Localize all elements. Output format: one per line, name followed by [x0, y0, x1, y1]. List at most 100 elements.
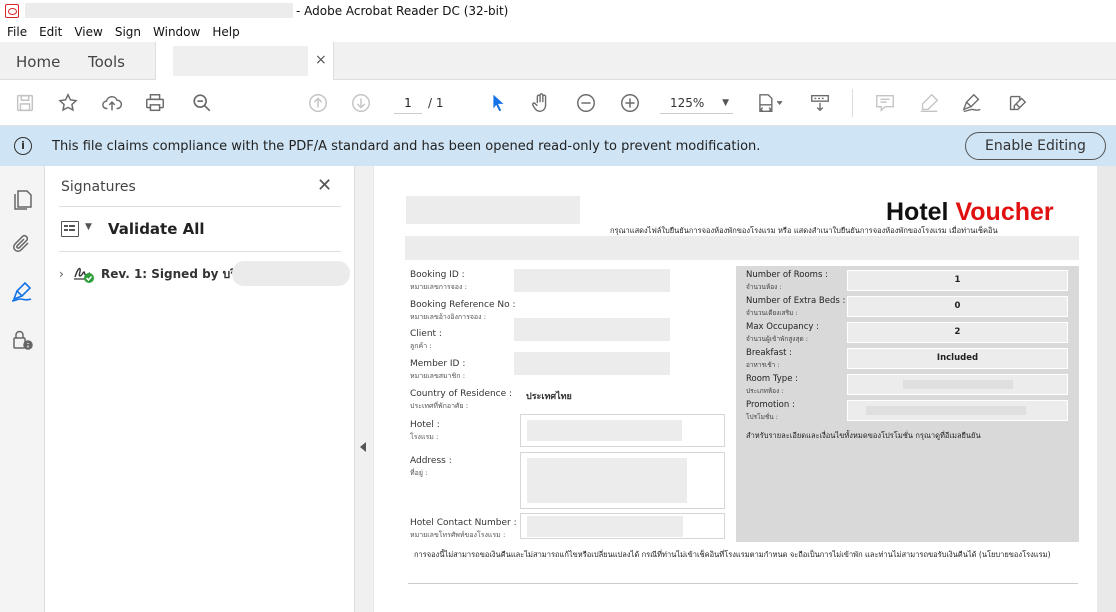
panel-collapse-handle[interactable] — [355, 166, 373, 612]
promotion-redacted — [866, 406, 1026, 415]
tab-document[interactable]: × — [155, 42, 334, 81]
right-field-label: Room Type : — [746, 374, 798, 384]
signatures-panel: Signatures ✕ ▼ Validate All › Rev. 1: Si… — [45, 166, 355, 612]
sign-icon[interactable] — [960, 91, 984, 115]
field-sub: หมายเลขโทรศัพท์ของโรงแรม : — [410, 531, 506, 539]
toolbar: 1 / 1 125% ▼ — [0, 80, 1116, 126]
right-field-sub: จำนวนผู้เข้าพักสูงสุด : — [746, 335, 808, 343]
address-redacted — [527, 458, 687, 503]
zoom-level-value: 125% — [670, 96, 705, 110]
field-sub: หมายเลขอ้างอิงการจอง : — [410, 313, 487, 321]
menu-sign[interactable]: Sign — [109, 25, 147, 39]
toolbar-separator — [852, 89, 853, 117]
scroll-mode-icon[interactable] — [808, 91, 832, 115]
voucher-title: Hotel Voucher — [886, 198, 1054, 227]
comment-icon[interactable] — [873, 91, 897, 115]
enable-editing-button[interactable]: Enable Editing — [965, 132, 1106, 160]
page-up-icon[interactable] — [306, 91, 330, 115]
validate-all-button[interactable]: Validate All — [108, 220, 205, 238]
menu-file[interactable]: File — [0, 25, 33, 39]
tab-close-icon[interactable]: × — [315, 52, 327, 68]
contact-number-redacted — [527, 516, 683, 537]
field-sub: หมายเลขสมาชิก : — [410, 372, 466, 380]
field-sub: หมายเลขการจอง : — [410, 283, 467, 291]
print-icon[interactable] — [143, 91, 167, 115]
country-value: ประเทศไทย — [526, 392, 572, 402]
chevron-down-icon[interactable]: ▼ — [85, 222, 92, 232]
pdfa-info-bar: i This file claims compliance with the P… — [0, 126, 1116, 166]
save-icon[interactable] — [13, 91, 37, 115]
field-label: Booking Reference No : — [410, 300, 516, 310]
member-id-redacted — [514, 352, 670, 375]
divider — [59, 206, 341, 207]
upload-icon[interactable] — [100, 91, 124, 115]
field-sub: ที่อยู่ : — [410, 469, 428, 477]
select-arrow-icon[interactable] — [486, 91, 510, 115]
pdf-page: Hotel Voucher กรุณาแสดงไฟล์ใบยืนยันการจอ… — [374, 166, 1097, 612]
right-field-sub: ประเภทห้อง : — [746, 387, 784, 395]
promotion-value — [847, 400, 1068, 421]
address-box — [520, 452, 725, 509]
page-number-input[interactable]: 1 — [394, 92, 422, 114]
zoom-search-icon[interactable] — [190, 91, 214, 115]
menu-edit[interactable]: Edit — [33, 25, 68, 39]
attachment-icon[interactable] — [10, 232, 34, 256]
document-name-redacted — [173, 46, 308, 76]
menu-view[interactable]: View — [68, 25, 108, 39]
fit-page-icon[interactable] — [753, 91, 787, 115]
right-field-label: Number of Rooms : — [746, 270, 828, 280]
menu-window[interactable]: Window — [147, 25, 206, 39]
extra-beds-value: 0 — [847, 296, 1068, 317]
field-label: Hotel : — [410, 420, 440, 430]
collapse-arrow-icon — [360, 442, 366, 452]
promotion-note: สำหรับรายละเอียดและเงื่อนไขทั้งหมดของโปร… — [746, 431, 981, 440]
signature-panel-icon[interactable] — [10, 280, 34, 304]
tab-tools[interactable]: Tools — [88, 53, 125, 71]
right-field-sub: จำนวนห้อง : — [746, 283, 782, 291]
field-label: Hotel Contact Number : — [410, 518, 517, 528]
options-list-icon[interactable] — [61, 221, 79, 237]
zoom-out-icon[interactable] — [574, 91, 598, 115]
voucher-title-red: Voucher — [955, 198, 1054, 226]
signature-revision[interactable]: Rev. 1: Signed by บริษัท — [101, 265, 253, 284]
hotel-name-redacted — [527, 420, 682, 441]
field-sub: โรงแรม : — [410, 433, 439, 441]
signer-name-redacted — [232, 261, 350, 286]
right-field-sub: โปรโมชั่น : — [746, 413, 778, 421]
room-type-value — [847, 374, 1068, 395]
tab-home[interactable]: Home — [16, 53, 60, 71]
field-label: Client : — [410, 329, 442, 339]
booking-details-panel: Number of Rooms : จำนวนห้อง : 1 Number o… — [736, 266, 1079, 542]
valid-signature-icon — [73, 262, 95, 284]
hotel-box — [520, 414, 725, 447]
right-field-label: Promotion : — [746, 400, 795, 410]
page-total: / 1 — [428, 96, 444, 110]
fill-sign-icon[interactable] — [1005, 91, 1029, 115]
hand-icon[interactable] — [529, 91, 553, 115]
client-redacted — [514, 318, 670, 341]
highlight-icon[interactable] — [917, 91, 941, 115]
document-view[interactable]: Hotel Voucher กรุณาแสดงไฟล์ใบยืนยันการจอ… — [373, 166, 1116, 612]
document-lock-icon[interactable] — [10, 328, 34, 352]
pages-thumbnail-icon[interactable] — [10, 188, 34, 212]
menu-bar: File Edit View Sign Window Help — [0, 22, 1116, 42]
menu-help[interactable]: Help — [206, 25, 245, 39]
right-field-sub: อาหารเช้า : — [746, 361, 780, 369]
divider — [408, 583, 1078, 584]
field-sub: ลูกค้า : — [410, 342, 432, 350]
field-label: Address : — [410, 456, 452, 466]
booking-id-redacted — [514, 269, 670, 292]
chevron-right-icon[interactable]: › — [59, 267, 64, 281]
breakfast-value: Included — [847, 348, 1068, 369]
left-navigation-rail — [0, 166, 45, 612]
right-field-label: Max Occupancy : — [746, 322, 819, 332]
pdfa-message: This file claims compliance with the PDF… — [52, 139, 761, 154]
star-icon[interactable] — [56, 91, 80, 115]
zoom-level-select[interactable]: 125% ▼ — [660, 92, 733, 114]
field-sub: ประเทศที่พักอาศัย : — [410, 402, 469, 410]
zoom-in-icon[interactable] — [618, 91, 642, 115]
page-down-icon[interactable] — [349, 91, 373, 115]
close-icon[interactable]: ✕ — [317, 175, 332, 196]
info-icon: i — [14, 137, 32, 155]
divider — [59, 251, 341, 252]
